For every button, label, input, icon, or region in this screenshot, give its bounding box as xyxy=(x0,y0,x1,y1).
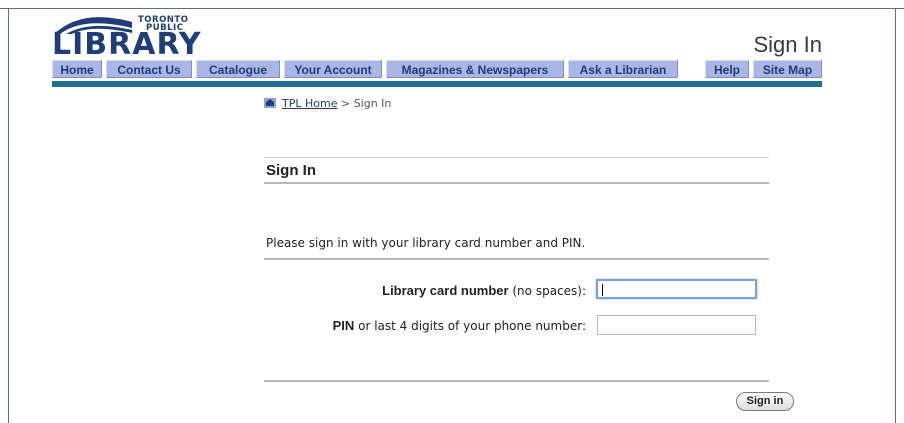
divider xyxy=(264,182,769,184)
pin-label: PIN or last 4 digits of your phone numbe… xyxy=(333,318,586,333)
divider xyxy=(264,157,769,158)
pin-label-note: or last 4 digits of your phone number: xyxy=(354,319,586,333)
nav-contact-us[interactable]: Contact Us xyxy=(106,60,192,78)
divider xyxy=(264,380,769,382)
logo-library: LIBRARY xyxy=(52,27,202,62)
tpl-logo[interactable]: TORONTO PUBLIC LIBRARY xyxy=(50,14,202,62)
pin-input[interactable] xyxy=(597,315,756,335)
card-number-input[interactable] xyxy=(596,279,757,299)
sign-in-button[interactable]: Sign in xyxy=(736,392,794,411)
breadcrumb-current: Sign In xyxy=(353,97,392,110)
nav-help[interactable]: Help xyxy=(705,60,749,78)
main-nav: Home Contact Us Catalogue Your Account M… xyxy=(52,60,822,80)
card-number-label: Library card number (no spaces): xyxy=(382,283,586,298)
divider xyxy=(264,258,769,260)
card-number-label-note: (no spaces): xyxy=(508,284,586,298)
breadcrumb: TPL Home > Sign In xyxy=(264,97,391,110)
nav-site-map[interactable]: Site Map xyxy=(753,60,822,78)
nav-magazines-newspapers[interactable]: Magazines & Newspapers xyxy=(386,60,564,78)
section-title: Sign In xyxy=(266,162,316,179)
nav-home[interactable]: Home xyxy=(52,60,102,78)
frame-right-border xyxy=(895,8,896,423)
breadcrumb-separator: > xyxy=(337,97,354,110)
nav-underline-bar xyxy=(52,81,822,87)
breadcrumb-home-link[interactable]: TPL Home xyxy=(282,97,337,110)
card-number-label-bold: Library card number xyxy=(382,283,509,298)
nav-ask-librarian[interactable]: Ask a Librarian xyxy=(568,60,678,78)
frame-left-border xyxy=(8,8,9,423)
nav-your-account[interactable]: Your Account xyxy=(284,60,382,78)
frame-top-border xyxy=(0,8,904,9)
nav-catalogue[interactable]: Catalogue xyxy=(196,60,280,78)
page-title: Sign In xyxy=(753,32,823,57)
signin-instructions: Please sign in with your library card nu… xyxy=(266,236,586,250)
pin-label-bold: PIN xyxy=(332,318,355,333)
home-icon xyxy=(264,98,276,108)
